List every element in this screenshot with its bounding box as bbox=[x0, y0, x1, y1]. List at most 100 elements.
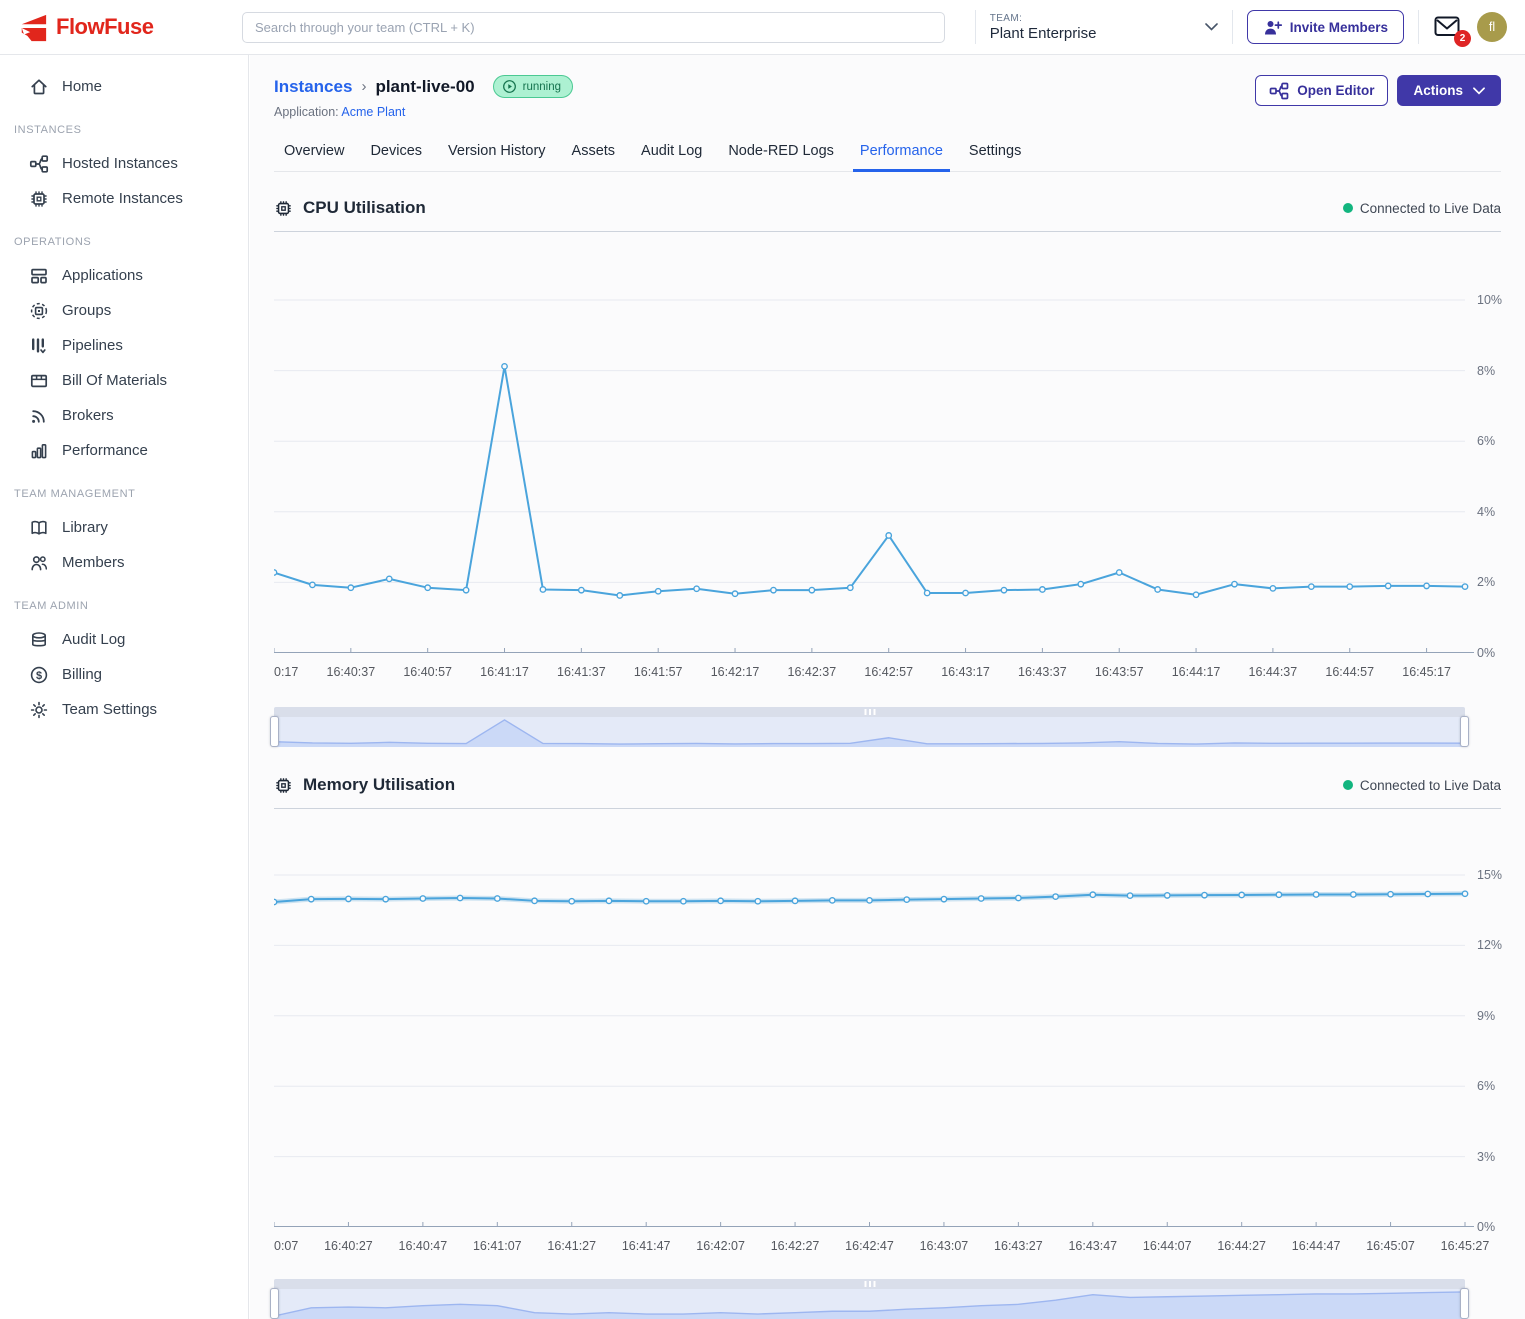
charts-content: CPU Utilisation Connected to Live Data 0… bbox=[250, 172, 1525, 1319]
sidebar-item-groups[interactable]: Groups bbox=[0, 293, 248, 328]
memory-range-slider[interactable] bbox=[274, 1279, 1465, 1319]
range-handle-left[interactable] bbox=[270, 716, 279, 747]
sidebar-item-label: Team Settings bbox=[62, 701, 157, 718]
x-axis-label: 16:41:07 bbox=[473, 1239, 522, 1253]
sidebar-item-brokers[interactable]: Brokers bbox=[0, 398, 248, 433]
tab-node-red-logs[interactable]: Node-RED Logs bbox=[721, 133, 841, 171]
team-settings-icon bbox=[29, 700, 49, 720]
editor-nodes-icon bbox=[1269, 82, 1289, 100]
range-handle-right[interactable] bbox=[1460, 716, 1469, 747]
hosted-instances-icon bbox=[29, 154, 49, 174]
svg-text:$: $ bbox=[36, 669, 42, 681]
application-label: Application: bbox=[274, 105, 339, 119]
sidebar-item-members[interactable]: Members bbox=[0, 545, 248, 580]
tab-audit-log[interactable]: Audit Log bbox=[634, 133, 709, 171]
y-axis-label: 0% bbox=[1477, 644, 1495, 662]
actions-button[interactable]: Actions bbox=[1397, 75, 1501, 106]
chart-canvas bbox=[274, 245, 1501, 655]
divider bbox=[975, 10, 976, 44]
sidebar-item-bill-of-materials[interactable]: Bill Of Materials bbox=[0, 363, 248, 398]
header-actions: TEAM: Plant Enterprise Invite Members bbox=[975, 10, 1525, 44]
x-axis-label: 16:45:17 bbox=[1402, 665, 1451, 679]
breadcrumb: Instances › plant-live-00 running bbox=[274, 75, 573, 98]
breadcrumb-instances-link[interactable]: Instances bbox=[274, 77, 352, 97]
x-axis-label: 16:43:07 bbox=[920, 1239, 969, 1253]
cpu-range-slider[interactable] bbox=[274, 707, 1465, 747]
y-axis-label: 6% bbox=[1477, 1077, 1495, 1095]
x-axis-label: 16:45:27 bbox=[1441, 1239, 1490, 1253]
range-handle-left[interactable] bbox=[270, 1288, 279, 1319]
x-axis-label: 16:42:57 bbox=[864, 665, 913, 679]
tab-devices[interactable]: Devices bbox=[363, 133, 429, 171]
range-slider-track[interactable] bbox=[274, 1279, 1465, 1289]
range-slider-track[interactable] bbox=[274, 707, 1465, 717]
sidebar-item-billing[interactable]: $Billing bbox=[0, 657, 248, 692]
x-axis-label: 16:43:37 bbox=[1018, 665, 1067, 679]
tab-performance[interactable]: Performance bbox=[853, 133, 950, 171]
sidebar-item-audit-log[interactable]: Audit Log bbox=[0, 622, 248, 657]
x-axis-label: 16:41:17 bbox=[480, 665, 529, 679]
x-axis-label: 16:40:27 bbox=[324, 1239, 373, 1253]
sidebar-item-hosted-instances[interactable]: Hosted Instances bbox=[0, 146, 248, 181]
cpu-chart[interactable]: 0%2%4%6%8%10%0:1716:40:3716:40:5716:41:1… bbox=[274, 245, 1501, 685]
sidebar-item-library[interactable]: Library bbox=[0, 510, 248, 545]
sidebar-item-pipelines[interactable]: Pipelines bbox=[0, 328, 248, 363]
members-icon bbox=[29, 553, 49, 573]
flowfuse-app: FlowFuse TEAM: Plant Enterprise bbox=[0, 0, 1525, 1319]
tab-version-history[interactable]: Version History bbox=[441, 133, 553, 171]
range-slider-preview[interactable] bbox=[274, 717, 1465, 747]
chart-canvas bbox=[274, 822, 1501, 1229]
x-axis-label: 16:41:37 bbox=[557, 665, 606, 679]
status-badge: running bbox=[493, 75, 573, 98]
invite-members-label: Invite Members bbox=[1290, 20, 1388, 35]
x-axis-labels: 0:1716:40:3716:40:5716:41:1716:41:3716:4… bbox=[274, 661, 1501, 685]
y-axis-label: 10% bbox=[1477, 291, 1502, 309]
x-axis-label: 16:44:17 bbox=[1172, 665, 1221, 679]
tab-assets[interactable]: Assets bbox=[565, 133, 623, 171]
sidebar-item-applications[interactable]: Applications bbox=[0, 258, 248, 293]
team-selector[interactable]: TEAM: Plant Enterprise bbox=[990, 13, 1218, 42]
page-title: plant-live-00 bbox=[375, 77, 474, 97]
sidebar-item-label: Brokers bbox=[62, 407, 114, 424]
tab-bar: Overview Devices Version History Assets Audi… bbox=[274, 133, 1501, 172]
sidebar-item-label: Audit Log bbox=[62, 631, 125, 648]
sidebar-item-label: Remote Instances bbox=[62, 190, 183, 207]
application-link[interactable]: Acme Plant bbox=[341, 105, 405, 119]
live-dot-icon bbox=[1343, 780, 1353, 790]
home-icon bbox=[29, 77, 49, 97]
memory-chart[interactable]: 0%3%6%9%12%15%0:0716:40:2716:40:4716:41:… bbox=[274, 822, 1501, 1259]
tab-settings[interactable]: Settings bbox=[962, 133, 1028, 171]
main-content: Instances › plant-live-00 running Appl bbox=[250, 55, 1525, 1319]
range-slider-grip-icon[interactable] bbox=[864, 1281, 875, 1287]
sidebar-section-label: TEAM ADMIN bbox=[0, 580, 248, 622]
y-axis-label: 0% bbox=[1477, 1218, 1495, 1236]
sidebar-item-performance[interactable]: Performance bbox=[0, 433, 248, 468]
x-axis-label: 16:41:47 bbox=[622, 1239, 671, 1253]
breadcrumb-separator: › bbox=[361, 78, 366, 95]
x-axis-label: 16:41:27 bbox=[547, 1239, 596, 1253]
search-input[interactable] bbox=[242, 12, 945, 43]
invite-members-button[interactable]: Invite Members bbox=[1247, 10, 1404, 44]
sidebar-item-remote-instances[interactable]: Remote Instances bbox=[0, 181, 248, 216]
live-dot-icon bbox=[1343, 203, 1353, 213]
x-axis-label: 16:40:37 bbox=[326, 665, 375, 679]
flowfuse-logo[interactable]: FlowFuse bbox=[0, 12, 242, 42]
range-handle-right[interactable] bbox=[1460, 1288, 1469, 1319]
x-axis-label: 16:44:07 bbox=[1143, 1239, 1192, 1253]
open-editor-label: Open Editor bbox=[1297, 83, 1374, 98]
range-slider-grip-icon[interactable] bbox=[864, 709, 875, 715]
x-axis-label: 16:44:37 bbox=[1249, 665, 1298, 679]
range-slider-preview[interactable] bbox=[274, 1289, 1465, 1319]
sidebar-section-label: TEAM MANAGEMENT bbox=[0, 468, 248, 510]
x-axis-label: 16:42:37 bbox=[788, 665, 837, 679]
team-name: Plant Enterprise bbox=[990, 25, 1097, 42]
x-axis-label: 16:42:17 bbox=[711, 665, 760, 679]
sidebar-item-label: Bill Of Materials bbox=[62, 372, 167, 389]
tab-overview[interactable]: Overview bbox=[277, 133, 351, 171]
x-axis-label: 16:43:47 bbox=[1068, 1239, 1117, 1253]
sidebar-item-team-settings[interactable]: Team Settings bbox=[0, 692, 248, 727]
notifications-button[interactable]: 2 bbox=[1433, 14, 1463, 40]
sidebar-item-home[interactable]: Home bbox=[0, 69, 248, 104]
open-editor-button[interactable]: Open Editor bbox=[1255, 75, 1388, 106]
user-avatar[interactable]: fl bbox=[1477, 12, 1507, 42]
